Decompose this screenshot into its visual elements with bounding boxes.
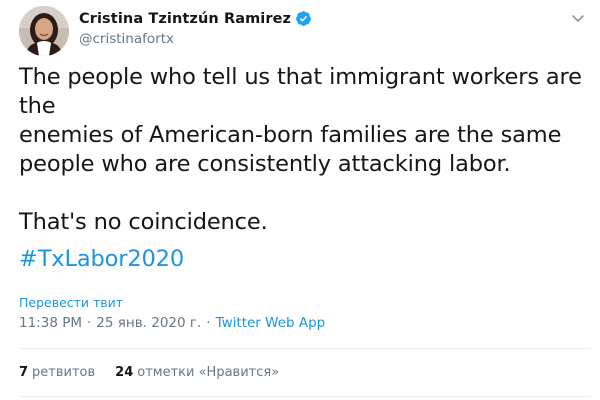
tweet-metadata: 11:38 PM · 25 янв. 2020 г. · Twitter Web…	[19, 315, 325, 331]
author-handle[interactable]: @cristinafortx	[79, 31, 174, 47]
profile-photo-icon	[19, 6, 69, 56]
meta-separator-2: ·	[206, 315, 211, 331]
meta-separator: ·	[87, 315, 92, 331]
tweet-card: Cristina Tzintzún Ramirez @cristinafortx…	[0, 0, 600, 400]
likes-count: 24	[115, 365, 134, 380]
hashtag-link[interactable]: #TxLabor2020	[19, 245, 184, 274]
retweets-label: ретвитов	[32, 365, 96, 380]
divider	[19, 348, 591, 349]
author-avatar[interactable]	[19, 6, 69, 56]
verified-badge-icon	[295, 10, 312, 27]
tweet-stats: 7 ретвитов 24 отметки «Нравится»	[19, 365, 279, 380]
likes-stat[interactable]: 24 отметки «Нравится»	[115, 365, 279, 380]
tweet-date[interactable]: 25 янв. 2020 г.	[96, 315, 201, 331]
tweet-time[interactable]: 11:38 PM	[19, 315, 82, 331]
divider-bottom	[19, 396, 591, 397]
translate-tweet-link[interactable]: Перевести твит	[19, 295, 123, 310]
tweet-text: The people who tell us that immigrant wo…	[19, 64, 582, 235]
likes-label: отметки «Нравится»	[137, 365, 280, 380]
author-display-name[interactable]: Cristina Tzintzún Ramirez	[79, 11, 291, 27]
source-app-link[interactable]: Twitter Web App	[216, 315, 326, 331]
chevron-down-icon[interactable]	[570, 10, 586, 26]
author-name-row: Cristina Tzintzún Ramirez	[79, 10, 312, 27]
retweets-count: 7	[19, 365, 29, 380]
retweets-stat[interactable]: 7 ретвитов	[19, 365, 95, 380]
